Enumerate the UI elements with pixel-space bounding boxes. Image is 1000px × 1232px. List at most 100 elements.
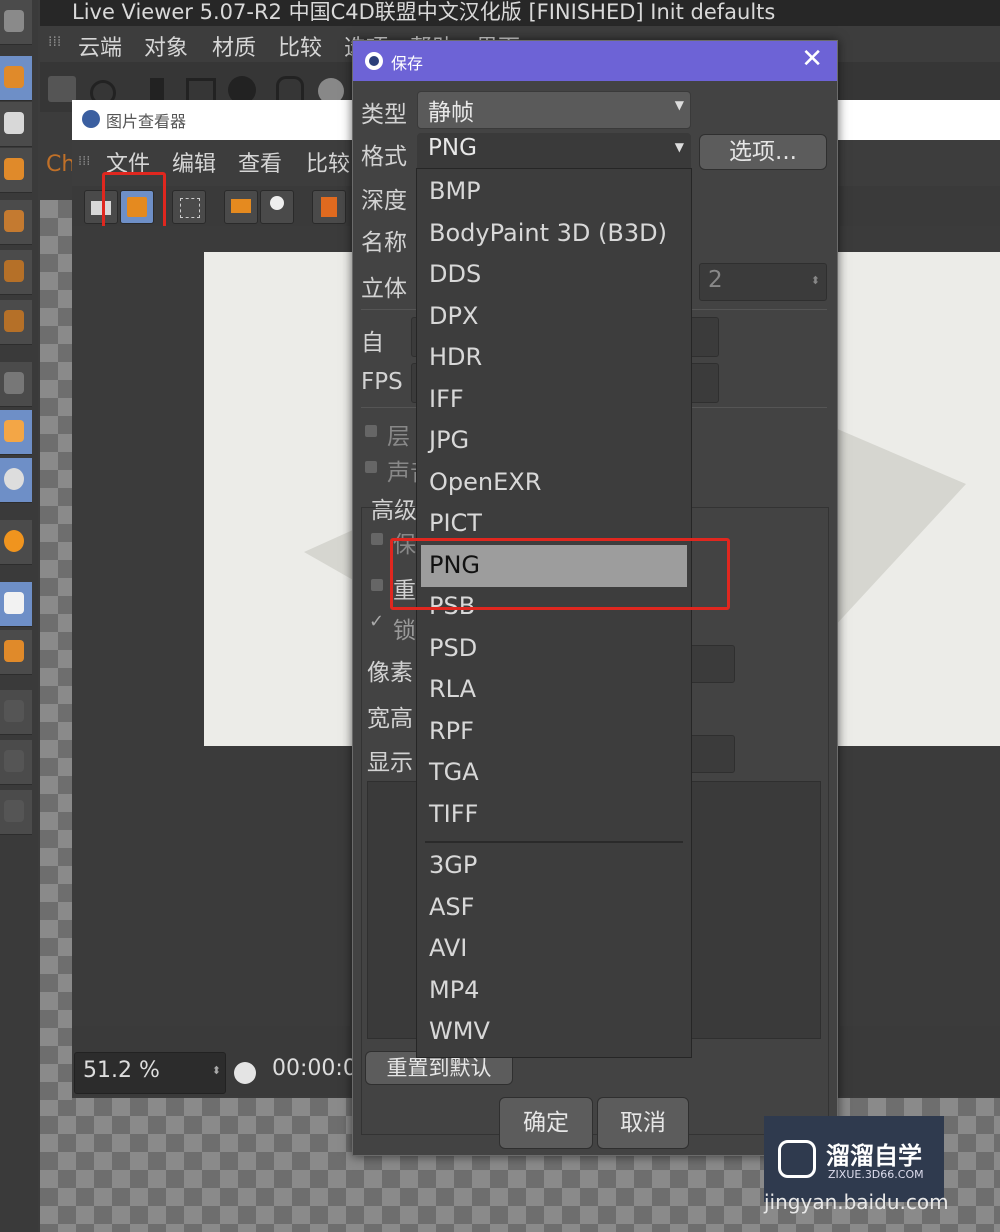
play-icon[interactable] (234, 1062, 256, 1084)
format-option[interactable]: RLA (429, 675, 476, 703)
spinner-arrows-icon: ⬍ (810, 274, 820, 287)
picture-viewer-title: 图片查看器 (106, 112, 187, 131)
zoom-field[interactable]: 51.2 % ⬍ (74, 1052, 226, 1094)
menu-material[interactable]: 材质 (212, 30, 256, 62)
depth-label: 深度 (361, 188, 407, 214)
menu-cloud[interactable]: 云端 (78, 30, 122, 62)
grid-icon[interactable] (172, 190, 206, 224)
target-tool-button[interactable] (0, 458, 32, 503)
chevron-down-icon: ▼ (674, 140, 684, 154)
stereo-field[interactable]: 2 ⬍ (699, 263, 827, 301)
tool-button[interactable] (0, 740, 32, 785)
shape-tool-button[interactable] (0, 148, 32, 193)
timecode: 00:00:0 (272, 1056, 357, 1081)
video-format-option[interactable]: WMV (429, 1017, 490, 1045)
user-icon[interactable] (260, 190, 294, 224)
toolbar-icon[interactable] (48, 76, 76, 102)
tool-button[interactable] (0, 0, 32, 45)
cancel-button[interactable]: 取消 (597, 1097, 689, 1149)
format-dropdown[interactable]: PNG ▼ (417, 133, 691, 171)
menu-compare[interactable]: 比较 (278, 30, 322, 62)
watermark-brand: 溜溜自学 (826, 1142, 922, 1170)
object-tool-button[interactable] (0, 200, 32, 245)
stereo-value: 2 (708, 267, 723, 293)
png-highlight-box (390, 538, 730, 610)
menu-edit[interactable]: 编辑 (172, 146, 216, 178)
chevron-down-icon: ▼ (674, 98, 684, 112)
ok-button[interactable]: 确定 (499, 1097, 593, 1149)
format-dropdown-list: BMP BodyPaint 3D (B3D) DDS DPX HDR IFF J… (416, 168, 692, 1058)
cube-tool-button[interactable] (0, 56, 32, 101)
lock-label: 锁 (393, 618, 416, 644)
video-format-option[interactable]: AVI (429, 934, 467, 962)
menu-compare[interactable]: 比较 (306, 146, 350, 178)
format-value: PNG (428, 135, 477, 161)
eye-tool-button[interactable] (0, 520, 32, 565)
app-title: Live Viewer 5.07-R2 中国C4D联盟中文汉化版 [FINISH… (72, 0, 776, 24)
checker-tool-button[interactable] (0, 102, 32, 147)
video-format-option[interactable]: MP4 (429, 976, 479, 1004)
object-tool-button[interactable] (0, 300, 32, 345)
rig-tool-button[interactable] (0, 630, 32, 675)
save-icon-highlight-box (102, 172, 166, 234)
layers-checkbox[interactable] (365, 425, 377, 437)
name-label: 名称 (361, 230, 407, 256)
fps-label: FPS (361, 369, 403, 395)
lock-tool-button[interactable] (0, 582, 32, 627)
filter-icon[interactable] (312, 190, 346, 224)
mouse-tool-button[interactable] (0, 410, 32, 455)
cinema4d-logo-icon (365, 52, 383, 70)
menu-view[interactable]: 查看 (238, 146, 282, 178)
format-option[interactable]: TIFF (429, 800, 478, 828)
menu-object[interactable]: 对象 (144, 30, 188, 62)
zoom-value: 51.2 % (83, 1058, 160, 1083)
redo-checkbox[interactable] (371, 579, 383, 591)
type-value: 静帧 (428, 100, 474, 126)
checkmark-icon[interactable]: ✓ (369, 611, 384, 632)
app-title-bar: Live Viewer 5.07-R2 中国C4D联盟中文汉化版 [FINISH… (40, 0, 1000, 26)
format-option[interactable]: PICT (429, 509, 482, 537)
cinema4d-logo-icon (82, 110, 100, 128)
dialog-title-bar: 保存 ✕ (353, 41, 837, 81)
format-label: 格式 (361, 144, 407, 170)
format-option[interactable]: JPG (429, 426, 469, 454)
spinner-arrows-icon[interactable]: ⬍ (212, 1064, 221, 1077)
toolbar-icon[interactable] (150, 78, 164, 102)
grip-icon: ⁞⁞⁞ (48, 34, 62, 50)
region-icon[interactable] (224, 190, 258, 224)
type-label: 类型 (361, 102, 407, 128)
format-option[interactable]: PSD (429, 634, 477, 662)
transparent-background (40, 200, 72, 1100)
format-option[interactable]: RPF (429, 717, 474, 745)
video-format-option[interactable]: ASF (429, 893, 474, 921)
layers-label: 层 (387, 424, 410, 450)
credit-text: jingyan.baidu.com (764, 1190, 949, 1214)
format-option[interactable]: HDR (429, 343, 482, 371)
video-format-option[interactable]: 3GP (429, 851, 477, 879)
format-option[interactable]: IFF (429, 385, 464, 413)
format-option[interactable]: DDS (429, 260, 481, 288)
pointer-tool-button[interactable] (0, 690, 32, 735)
dialog-title: 保存 (391, 54, 424, 73)
display-label: 显示 (367, 750, 413, 776)
from-label: 自 (361, 330, 384, 356)
watermark-site: ZIXUE.3D66.COM (828, 1168, 924, 1181)
side-label: Ch (46, 152, 76, 177)
left-tool-strip (0, 0, 38, 1232)
format-option[interactable]: TGA (429, 758, 479, 786)
format-option[interactable]: DPX (429, 302, 478, 330)
object-tool-button[interactable] (0, 250, 32, 295)
format-option[interactable]: OpenEXR (429, 468, 541, 496)
play-logo-icon (778, 1140, 816, 1178)
divider (425, 841, 683, 843)
format-option[interactable]: BodyPaint 3D (B3D) (429, 219, 667, 247)
move-tool-button[interactable] (0, 362, 32, 407)
tool-button[interactable] (0, 790, 32, 835)
sound-checkbox[interactable] (365, 461, 377, 473)
options-button[interactable]: 选项... (699, 134, 827, 170)
keep-checkbox[interactable] (371, 533, 383, 545)
aspect-label: 宽高 (367, 706, 413, 732)
format-option[interactable]: BMP (429, 177, 481, 205)
close-icon[interactable]: ✕ (801, 44, 823, 74)
type-dropdown[interactable]: 静帧 ▼ (417, 91, 691, 129)
